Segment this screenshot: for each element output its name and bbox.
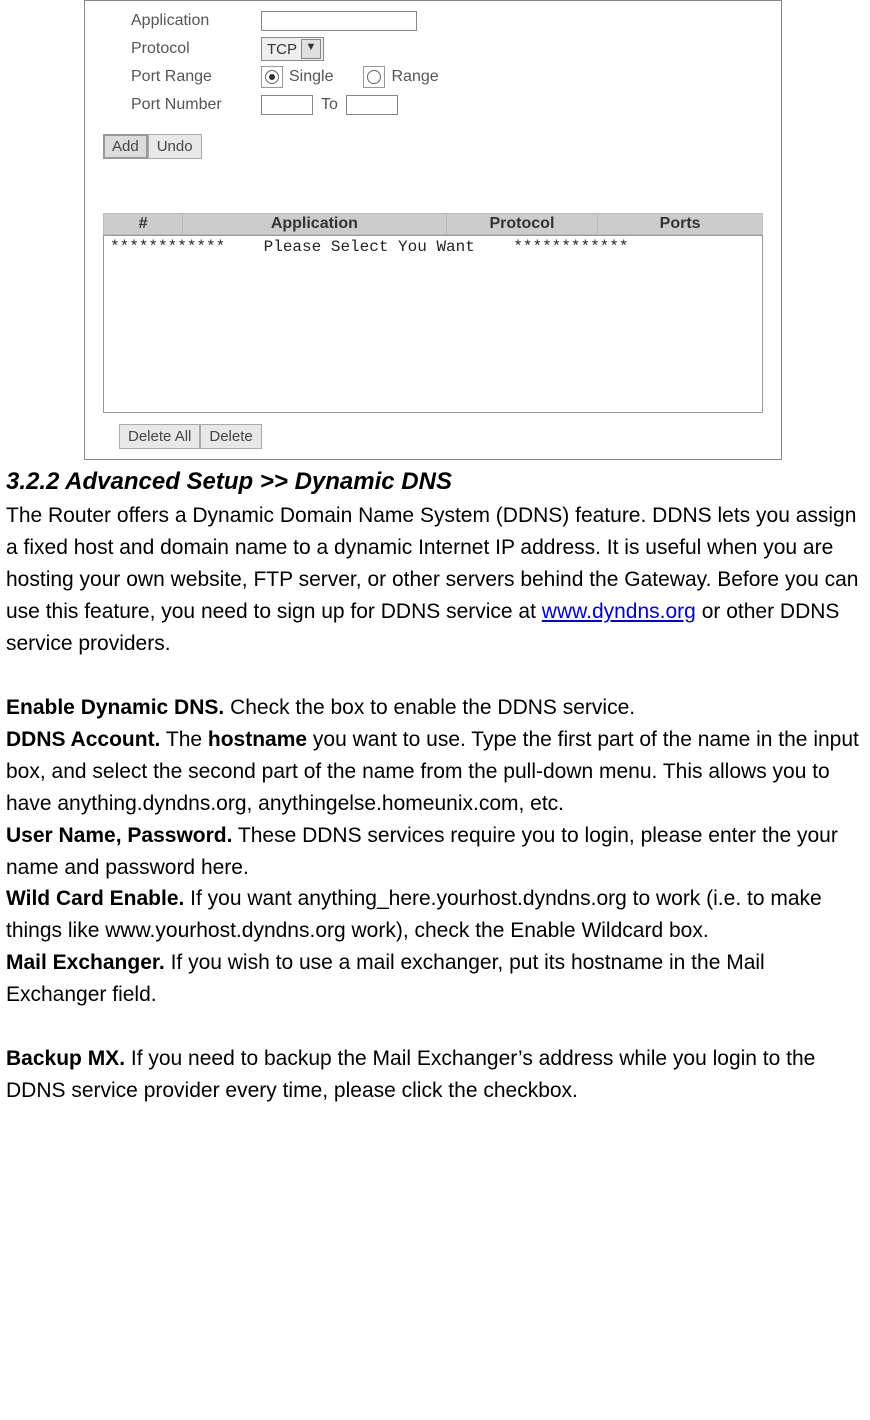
- select-protocol[interactable]: TCP ▼: [261, 37, 324, 61]
- dyndns-link[interactable]: www.dyndns.org: [542, 600, 696, 623]
- col-proto: Protocol: [446, 214, 598, 235]
- user-pass-paragraph: User Name, Password. These DDNS services…: [6, 820, 864, 884]
- input-application[interactable]: [261, 11, 417, 31]
- label-port-number: Port Number: [131, 96, 261, 114]
- row-protocol: Protocol TCP ▼: [131, 35, 781, 63]
- form-area: Application Protocol TCP ▼ Port Range Si…: [85, 1, 781, 119]
- input-port-to[interactable]: [346, 95, 398, 115]
- intro-paragraph: The Router offers a Dynamic Domain Name …: [6, 500, 864, 660]
- select-protocol-value: TCP: [267, 41, 297, 58]
- ddns-account-label: DDNS Account.: [6, 728, 160, 751]
- col-app: Application: [183, 214, 447, 235]
- row-port-number: Port Number To: [131, 91, 781, 119]
- enable-label: Enable Dynamic DNS.: [6, 696, 224, 719]
- button-row-top: AddUndo: [85, 119, 781, 159]
- delete-all-button[interactable]: Delete All: [119, 424, 200, 449]
- ddns-account-text-a: The: [160, 728, 207, 751]
- radio-icon: [265, 70, 279, 84]
- delete-button[interactable]: Delete: [200, 424, 261, 449]
- backup-text: If you need to backup the Mail Exchanger…: [6, 1047, 815, 1102]
- col-ports: Ports: [598, 214, 763, 235]
- config-panel: Application Protocol TCP ▼ Port Range Si…: [84, 0, 782, 460]
- row-port-range: Port Range Single Range: [131, 63, 781, 91]
- radio-single[interactable]: [261, 66, 283, 88]
- enable-text: Check the box to enable the DDNS service…: [224, 696, 635, 719]
- label-protocol: Protocol: [131, 40, 261, 58]
- rules-table-header: # Application Protocol Ports: [103, 213, 763, 235]
- backup-paragraph: Backup MX. If you need to backup the Mai…: [6, 1043, 864, 1107]
- label-application: Application: [131, 12, 261, 30]
- backup-label: Backup MX.: [6, 1047, 125, 1070]
- ddns-account-paragraph: DDNS Account. The hostname you want to u…: [6, 724, 864, 820]
- document-body: 3.2.2 Advanced Setup >> Dynamic DNS The …: [0, 464, 870, 1107]
- undo-button[interactable]: Undo: [148, 134, 202, 159]
- rules-listbox[interactable]: ************ Please Select You Want ****…: [103, 235, 763, 413]
- spacer: [6, 1011, 864, 1043]
- table-wrap: # Application Protocol Ports ***********…: [103, 213, 763, 413]
- label-port-range: Port Range: [131, 68, 261, 86]
- row-application: Application: [131, 7, 781, 35]
- hostname-bold: hostname: [208, 728, 307, 751]
- radio-icon: [367, 70, 381, 84]
- chevron-down-icon: ▼: [301, 39, 321, 59]
- label-to: To: [321, 96, 338, 114]
- spacer: [6, 660, 864, 692]
- col-num: #: [104, 214, 183, 235]
- add-button[interactable]: Add: [103, 134, 148, 159]
- mailx-label: Mail Exchanger.: [6, 951, 165, 974]
- input-port-from[interactable]: [261, 95, 313, 115]
- listbox-placeholder: ************ Please Select You Want ****…: [110, 238, 628, 256]
- enable-paragraph: Enable Dynamic DNS. Check the box to ena…: [6, 692, 864, 724]
- radio-single-label: Single: [289, 68, 333, 86]
- button-row-bottom: Delete AllDelete: [85, 413, 781, 449]
- mailx-paragraph: Mail Exchanger. If you wish to use a mai…: [6, 947, 864, 1011]
- radio-range[interactable]: [363, 66, 385, 88]
- user-pass-label: User Name, Password.: [6, 824, 232, 847]
- section-title: 3.2.2 Advanced Setup >> Dynamic DNS: [6, 464, 864, 500]
- radio-range-label: Range: [391, 68, 438, 86]
- wildcard-paragraph: Wild Card Enable. If you want anything_h…: [6, 883, 864, 947]
- wildcard-label: Wild Card Enable.: [6, 887, 184, 910]
